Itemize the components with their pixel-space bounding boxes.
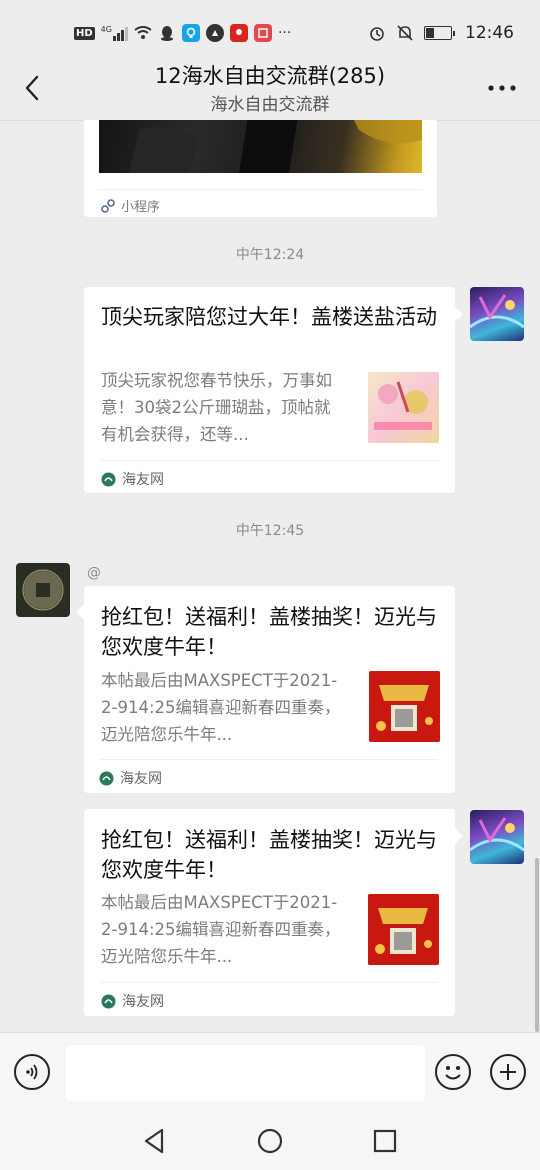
link-card-1[interactable]: 顶尖玩家陪您过大年！盖楼送盐活动 顶尖玩家祝您春节快乐，万事如意！30袋2公斤珊…	[84, 287, 455, 493]
link-card-3[interactable]: 抢红包！送福利！盖楼抽奖！迈光与您欢度牛年！ 本帖最后由MAXSPECT于202…	[84, 809, 455, 1016]
source-name: 海友网	[120, 771, 162, 787]
status-right: 12:46	[368, 22, 514, 44]
circle-home-icon	[257, 1128, 283, 1154]
mini-program-label: 小程序	[121, 200, 161, 215]
self-avatar[interactable]	[470, 287, 524, 341]
link-icon	[101, 198, 115, 213]
card-divider	[99, 189, 422, 190]
mini-program-card[interactable]: 小程序	[84, 120, 437, 217]
mute-icon	[396, 24, 414, 42]
more-actions-button[interactable]	[490, 1054, 526, 1090]
card-description: 顶尖玩家祝您春节快乐，万事如意！30袋2公斤珊瑚盐，顶帖就有机会获得，还等...	[101, 371, 332, 444]
message-input[interactable]	[66, 1045, 425, 1101]
qq-icon	[158, 24, 176, 42]
wifi-icon	[134, 24, 152, 42]
triangle-back-icon	[144, 1128, 164, 1154]
emoji-button[interactable]	[435, 1054, 471, 1090]
card-thumbnail	[369, 671, 440, 742]
nav-home-button[interactable]	[255, 1126, 285, 1156]
sender-name: @	[87, 565, 101, 581]
mini-program-preview-image	[99, 120, 422, 173]
input-bar	[0, 1032, 540, 1113]
chat-header: 12海水自由交流群(285) 海水自由交流群	[0, 56, 540, 121]
more-options-button[interactable]	[482, 70, 522, 106]
card-thumbnail	[368, 894, 439, 965]
battery-icon	[424, 26, 455, 40]
square-app-icon	[253, 24, 272, 42]
alarm-icon	[368, 24, 386, 42]
card-source: 海友网	[99, 768, 162, 788]
link-card-2[interactable]: 抢红包！送福利！盖楼抽奖！迈光与您欢度牛年！ 本帖最后由MAXSPECT于202…	[84, 586, 455, 793]
source-name: 海友网	[122, 472, 164, 488]
chat-messages[interactable]: 小程序 中午12:24 顶尖玩家陪您过大年！盖楼送盐活动 顶尖玩家祝您春节快乐，…	[0, 120, 540, 1032]
scrollbar[interactable]	[535, 858, 539, 1032]
card-source: 海友网	[101, 469, 164, 489]
source-logo-icon	[101, 472, 116, 486]
self-avatar[interactable]	[470, 810, 524, 864]
bubble-tail	[455, 307, 463, 321]
system-nav-bar	[0, 1112, 540, 1170]
compass-app-icon	[205, 24, 224, 42]
chat-title: 12海水自由交流群(285)	[154, 64, 386, 88]
status-bar: HD 4G ··· 12:46	[0, 0, 540, 64]
card-title: 顶尖玩家陪您过大年！盖楼送盐活动	[101, 305, 437, 329]
signal-icon: 4G	[101, 25, 128, 41]
card-source: 海友网	[101, 991, 164, 1011]
status-time: 12:46	[465, 23, 514, 43]
more-dots-icon	[488, 85, 516, 91]
plus-icon	[500, 1064, 516, 1080]
timestamp: 中午12:45	[235, 523, 305, 539]
card-description: 本帖最后由MAXSPECT于2021-2-914:25编辑喜迎新春四重奏，迈光陪…	[101, 893, 341, 966]
bubble-tail	[76, 605, 84, 619]
card-divider	[101, 460, 438, 461]
status-left: HD 4G ···	[74, 22, 291, 44]
square-recents-icon	[373, 1129, 397, 1153]
more-notifications-icon: ···	[277, 25, 292, 41]
card-title: 抢红包！送福利！盖楼抽奖！迈光与您欢度牛年！	[101, 605, 437, 659]
hd-icon: HD	[74, 26, 95, 40]
bubble-tail	[455, 829, 463, 843]
voice-button[interactable]	[14, 1054, 50, 1090]
card-thumbnail	[368, 372, 439, 443]
mini-program-source: 小程序	[101, 196, 160, 215]
card-title: 抢红包！送福利！盖楼抽奖！迈光与您欢度牛年！	[101, 828, 437, 882]
nav-recents-button[interactable]	[370, 1126, 400, 1156]
bulb-app-icon	[181, 24, 200, 42]
nav-back-button[interactable]	[140, 1126, 170, 1156]
card-description: 本帖最后由MAXSPECT于2021-2-914:25编辑喜迎新春四重奏，迈光陪…	[101, 671, 341, 744]
timestamp: 中午12:24	[235, 247, 305, 263]
card-divider	[101, 759, 438, 760]
voice-icon	[26, 1064, 38, 1080]
emoji-icon	[445, 1066, 461, 1080]
chat-subtitle: 海水自由交流群	[210, 95, 330, 115]
source-logo-icon	[101, 994, 116, 1008]
sender-avatar[interactable]	[16, 563, 70, 617]
red-app-icon	[229, 24, 248, 42]
source-logo-icon	[99, 771, 114, 785]
card-divider	[101, 982, 438, 983]
source-name: 海友网	[122, 994, 164, 1010]
